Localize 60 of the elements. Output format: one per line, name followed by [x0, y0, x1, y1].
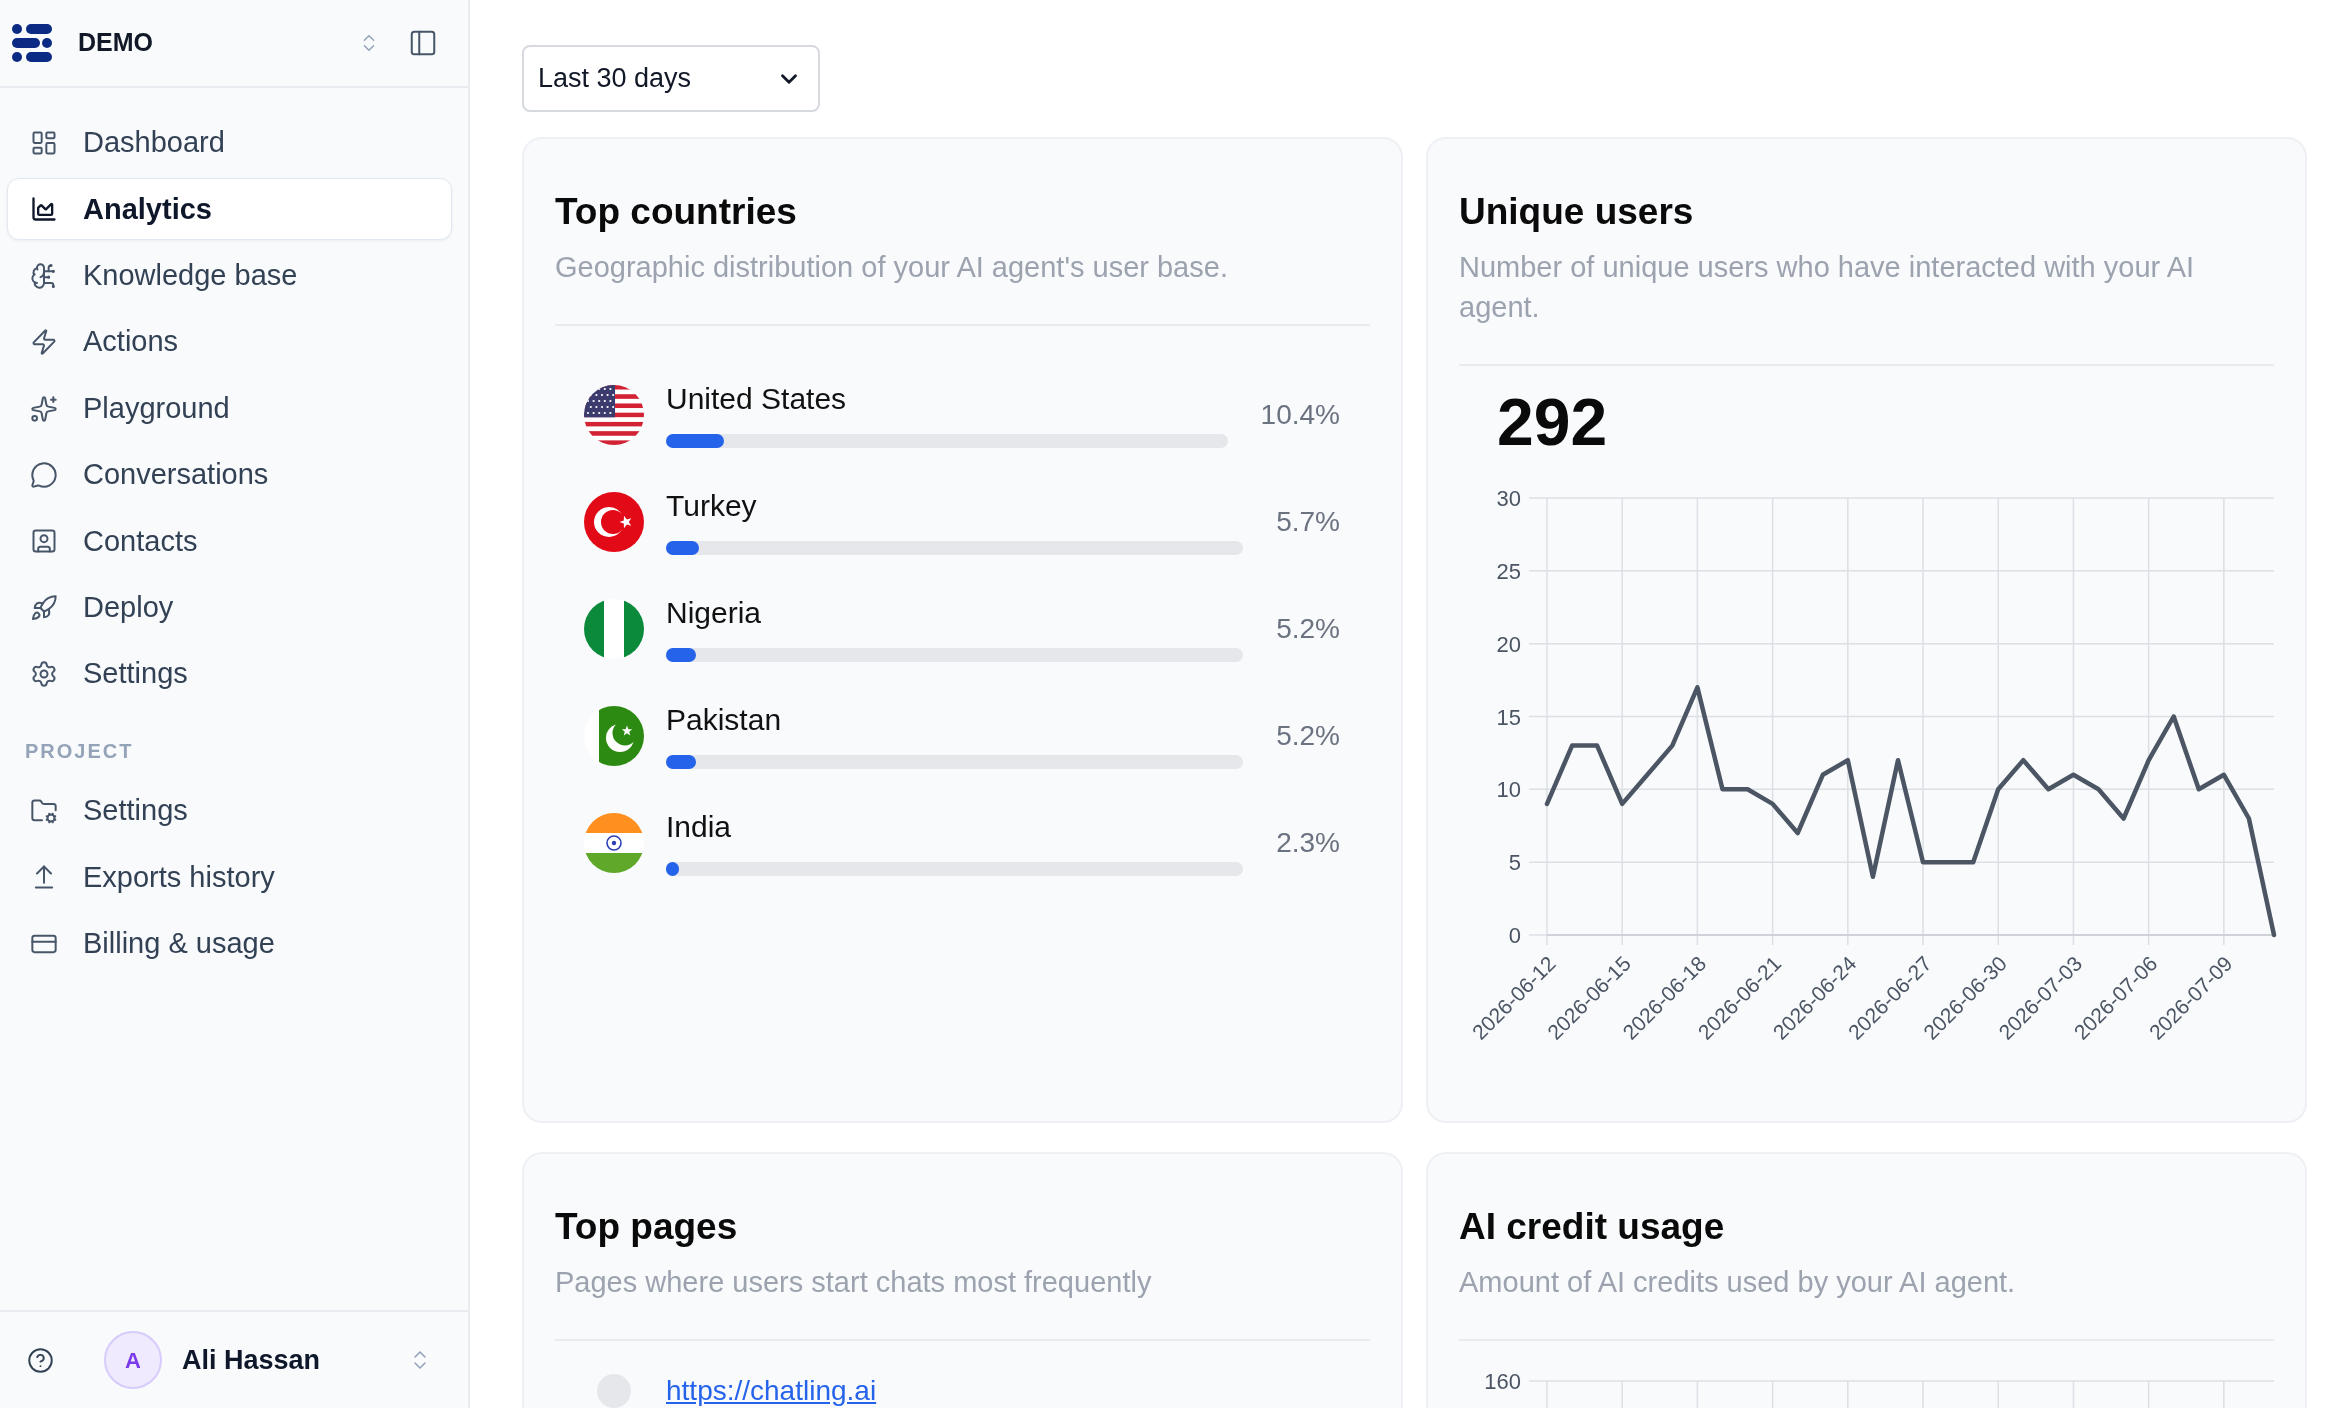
- card-title: AI credit usage: [1459, 1207, 1726, 1247]
- axis-label: 160: [1484, 1369, 1521, 1394]
- nav-item[interactable]: Dashboard: [7, 112, 452, 174]
- card-title: Top countries: [555, 192, 798, 232]
- axis-label: 20: [1496, 631, 1521, 657]
- card-description: Geographic distribution of your AI agent's user base.: [555, 250, 1229, 285]
- settings-icon: [30, 660, 58, 689]
- nav-item[interactable]: Contacts: [7, 510, 452, 573]
- nav-item[interactable]: Actions: [7, 311, 452, 374]
- nav-item[interactable]: Settings: [7, 779, 452, 842]
- axis-label: 25: [1496, 558, 1521, 584]
- percentage: 5.2%: [1276, 611, 1340, 646]
- percentage: 10.4%: [1260, 397, 1340, 432]
- country-name: Turkey: [666, 488, 757, 523]
- axis-label: 15: [1496, 704, 1521, 730]
- nav-item[interactable]: Playground: [7, 377, 452, 440]
- chat-bubble-icon: [30, 460, 58, 489]
- country-name: United States: [666, 381, 847, 416]
- flag-icon: [584, 812, 644, 873]
- nav-item[interactable]: Exports history: [7, 846, 452, 909]
- card-description: Number of unique users who have interacted with your AI agent.: [1459, 250, 2196, 325]
- lightning-icon: [30, 328, 58, 357]
- flag-icon: [584, 384, 644, 445]
- total-count: 292: [1497, 389, 1608, 455]
- flag-icon: [584, 705, 644, 766]
- nav-item[interactable]: Conversations: [7, 443, 452, 506]
- axis-label: 10: [1496, 777, 1521, 803]
- logo-icon: [12, 24, 52, 62]
- card-description: Amount of AI credits used by your AI agent.: [1459, 1265, 2017, 1300]
- user-name: Ali Hassan: [182, 1343, 321, 1377]
- sparkles-icon: [30, 394, 58, 423]
- country-name: Pakistan: [666, 702, 782, 737]
- brain-circuit-icon: [30, 261, 58, 290]
- axis-label: 5: [1508, 850, 1521, 876]
- axis-label: 0: [1508, 923, 1521, 948]
- help-icon[interactable]: [27, 1346, 54, 1374]
- nav-item[interactable]: Billing & usage: [7, 912, 452, 975]
- nav-item[interactable]: Settings: [7, 643, 452, 706]
- period-select[interactable]: Last 30 days: [522, 45, 820, 112]
- layout-grid-icon: [30, 129, 58, 157]
- axis-label: 30: [1496, 486, 1521, 511]
- sidebar-toggle-icon[interactable]: [408, 28, 438, 58]
- country-name: Nigeria: [666, 595, 762, 630]
- nav-item[interactable]: Knowledge base: [7, 244, 452, 307]
- country-name: India: [666, 809, 732, 844]
- card-title: Top pages: [555, 1207, 739, 1247]
- rocket-icon: [30, 593, 58, 622]
- percentage: 2.3%: [1276, 825, 1340, 860]
- card-description: Pages where users start chats most frequently: [555, 1265, 1153, 1300]
- avatar[interactable]: A: [104, 1331, 162, 1389]
- section-label: PROJECT: [25, 738, 134, 763]
- flag-icon: [584, 598, 644, 659]
- percentage: 5.2%: [1276, 718, 1340, 753]
- nav-item[interactable]: Analytics: [7, 178, 452, 241]
- page-link[interactable]: https://chatling.ai: [666, 1375, 877, 1407]
- area-chart-icon: [30, 195, 58, 224]
- percentage: 5.7%: [1276, 504, 1340, 539]
- nav-item[interactable]: Deploy: [7, 576, 452, 639]
- workspace-switcher[interactable]: DEMO: [78, 24, 408, 62]
- card-title: Unique users: [1459, 192, 1695, 232]
